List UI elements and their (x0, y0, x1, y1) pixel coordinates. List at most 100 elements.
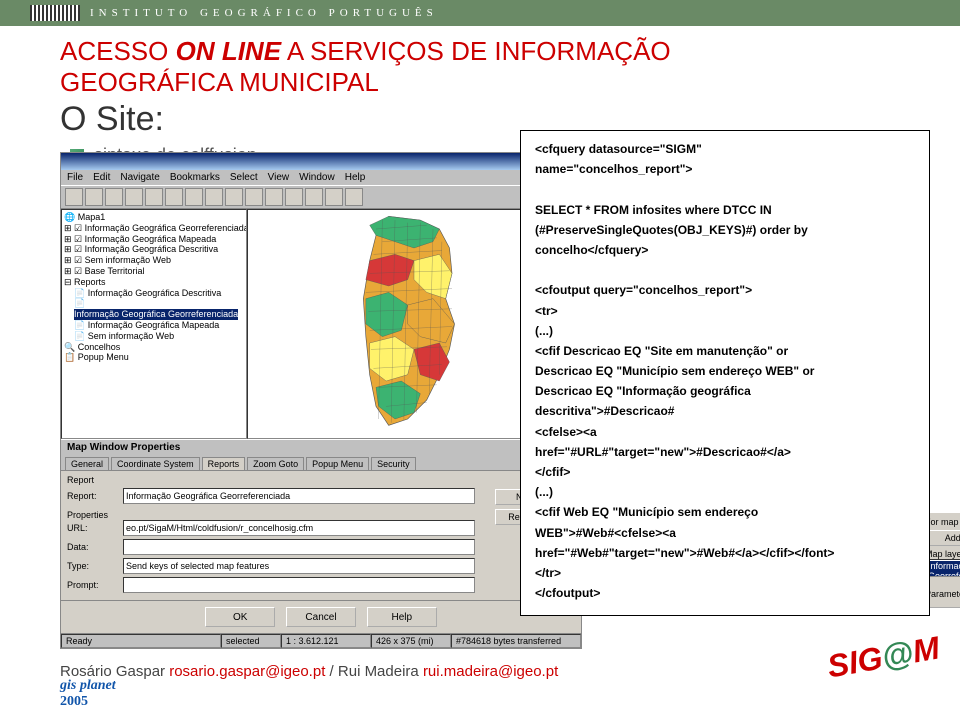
toolbar-btn[interactable] (145, 188, 163, 206)
toolbar-btn[interactable] (65, 188, 83, 206)
code-line: descritiva">#Descricao# (535, 403, 915, 419)
code-line: Descricao EQ "Município sem endereço WEB… (535, 363, 915, 379)
toolbar-btn[interactable] (125, 188, 143, 206)
menubar: File Edit Navigate Bookmarks Select View… (61, 170, 581, 185)
cancel-button[interactable]: Cancel (286, 607, 356, 627)
toolbar-btn[interactable] (305, 188, 323, 206)
help-button[interactable]: Help (367, 607, 437, 627)
menu-navigate[interactable]: Navigate (120, 172, 159, 183)
org-header: INSTITUTO GEOGRÁFICO PORTUGUÊS (0, 0, 960, 26)
toolbar-btn[interactable] (285, 188, 303, 206)
author-name: Rui Madeira (338, 663, 423, 680)
tree-item[interactable]: 📄 Informação Geográfica Descritiva (64, 288, 244, 299)
toolbar-btn[interactable] (205, 188, 223, 206)
tab-popup[interactable]: Popup Menu (306, 457, 369, 470)
tab-reports[interactable]: Reports (202, 457, 246, 470)
menu-edit[interactable]: Edit (93, 172, 110, 183)
code-line: <tr> (535, 303, 915, 319)
titlebar: _ ☐ ✕ (61, 153, 581, 170)
status-ready: Ready (61, 634, 221, 648)
tree-item[interactable]: ⊞ ☑ Sem informação Web (64, 255, 244, 266)
title-emphasis: ON LINE (176, 36, 281, 66)
tree-root[interactable]: 🌐 Mapa1 (64, 212, 244, 223)
toolbar-btn[interactable] (245, 188, 263, 206)
toolbar-btn[interactable] (345, 188, 363, 206)
ok-button[interactable]: OK (205, 607, 275, 627)
menu-file[interactable]: File (67, 172, 83, 183)
toolbar (61, 185, 581, 209)
toolbar-btn[interactable] (85, 188, 103, 206)
code-line: <cfelse><a (535, 424, 915, 440)
code-line: SELECT * FROM infosites where DTCC IN (535, 202, 915, 218)
toolbar-btn[interactable] (165, 188, 183, 206)
props-tabs: General Coordinate System Reports Zoom G… (61, 455, 581, 470)
tab-zoomgoto[interactable]: Zoom Goto (247, 457, 304, 470)
code-line: (...) (535, 323, 915, 339)
type-label: Type: (67, 561, 119, 571)
code-line: Descricao EQ "Informação geográfica (535, 383, 915, 399)
properties-label: Properties (67, 510, 475, 520)
tree-item[interactable]: ⊞ ☑ Informação Geográfica Mapeada (64, 234, 244, 245)
parameter-label: Parameter: (925, 589, 960, 599)
menu-help[interactable]: Help (345, 172, 366, 183)
code-line: href="#URL#"target="new">#Descricao#</a> (535, 444, 915, 460)
menu-select[interactable]: Select (230, 172, 258, 183)
tab-security[interactable]: Security (371, 457, 416, 470)
status-coords: 426 x 375 (mi) (371, 634, 451, 648)
code-line: <cfquery datasource="SIGM" (535, 141, 915, 157)
menu-window[interactable]: Window (299, 172, 335, 183)
dialog-buttons: OK Cancel Help (61, 600, 581, 633)
menu-view[interactable]: View (268, 172, 290, 183)
code-line: </tr> (535, 565, 915, 581)
title-part: ACESSO (60, 36, 176, 66)
author-email[interactable]: rui.madeira@igeo.pt (423, 663, 558, 680)
status-selected: selected (221, 634, 281, 648)
code-line: (#PreserveSingleQuotes(OBJ_KEYS)#) order… (535, 222, 915, 238)
org-barcode-logo (30, 5, 80, 21)
tree-item[interactable]: 📄 Sem informação Web (64, 331, 244, 342)
title-line2: GEOGRÁFICA MUNICIPAL (60, 67, 900, 98)
maplayers-title: For map layers (925, 517, 960, 527)
org-name: INSTITUTO GEOGRÁFICO PORTUGUÊS (90, 7, 438, 19)
slide-title: ACESSO ON LINE A SERVIÇOS DE INFORMAÇÃO … (0, 26, 960, 141)
toolbar-btn[interactable] (325, 188, 343, 206)
toolbar-btn[interactable] (105, 188, 123, 206)
tab-coordsys[interactable]: Coordinate System (111, 457, 200, 470)
tree-item[interactable]: ⊞ ☑ Base Territorial (64, 266, 244, 277)
type-select[interactable] (123, 558, 475, 574)
gis-app-window: _ ☐ ✕ File Edit Navigate Bookmarks Selec… (60, 152, 582, 649)
code-callout: <cfquery datasource="SIGM" name="concelh… (520, 130, 930, 616)
tree-item[interactable]: 🔍 Concelhos (64, 342, 244, 353)
code-line: href="#Web#"target="new">#Web#</a></cfif… (535, 545, 915, 561)
maplayers-list[interactable]: Informação Geográfica Georreferen (925, 559, 960, 577)
toolbar-btn[interactable] (265, 188, 283, 206)
props-body: Report Report: Properties URL: Data: Typ… (61, 470, 581, 600)
code-line: <cfif Web EQ "Município sem endereço (535, 504, 915, 520)
statusbar: Ready selected 1 : 3.612.121 426 x 375 (… (61, 633, 581, 648)
author-email[interactable]: rosario.gaspar@igeo.pt (169, 663, 325, 680)
tree-reports[interactable]: ⊟ Reports (64, 277, 244, 288)
add-button[interactable]: Add... (925, 530, 960, 546)
tree-item[interactable]: 📄 Informação Geográfica Mapeada (64, 320, 244, 331)
toolbar-btn[interactable] (225, 188, 243, 206)
menu-bookmarks[interactable]: Bookmarks (170, 172, 220, 183)
toolbar-btn[interactable] (185, 188, 203, 206)
tree-item[interactable]: 📋 Popup Menu (64, 352, 244, 363)
code-line: (...) (535, 484, 915, 500)
code-line: concelho</cfquery> (535, 242, 915, 258)
code-line: </cfif> (535, 464, 915, 480)
url-input[interactable] (123, 520, 475, 536)
layers-tree[interactable]: 🌐 Mapa1 ⊞ ☑ Informação Geográfica Georre… (61, 209, 247, 439)
status-bytes: #784618 bytes transferred (451, 634, 581, 648)
prompt-input[interactable] (123, 577, 475, 593)
report-select[interactable] (123, 488, 475, 504)
tab-general[interactable]: General (65, 457, 109, 470)
tree-item[interactable]: ⊞ ☑ Informação Geográfica Georreferencia… (64, 223, 244, 234)
data-input[interactable] (123, 539, 475, 555)
report-group-label: Report (67, 475, 475, 485)
data-label: Data: (67, 542, 119, 552)
tree-item[interactable]: ⊞ ☑ Informação Geográfica Descritiva (64, 244, 244, 255)
tree-item[interactable]: 📄 Informação Geográfica Georreferenciada (64, 298, 244, 320)
code-line: WEB">#Web#<cfelse><a (535, 525, 915, 541)
gis-planet-logo: gis planet2005 (60, 678, 116, 710)
